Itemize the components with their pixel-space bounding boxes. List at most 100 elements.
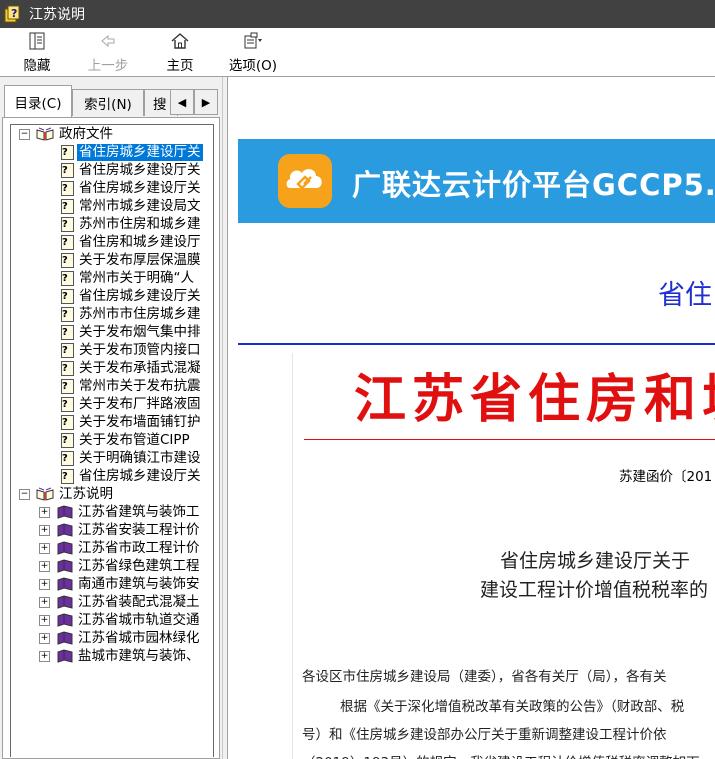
tree-item-label: 关于发布厂拌路液固 — [79, 395, 201, 412]
expand-toggle-icon[interactable]: + — [39, 543, 50, 554]
tree-item-label: 南通市建筑与装饰安 — [78, 575, 200, 592]
options-button[interactable]: 选项(O) — [224, 30, 282, 74]
collapse-toggle-icon[interactable]: − — [19, 489, 30, 500]
home-button[interactable]: 主页 — [162, 30, 198, 74]
glodon-logo — [278, 154, 332, 208]
content-pane: 广联达云计价平台GCCP5.0 省住 江苏省住房和城乡 苏建函价〔201 省住房… — [228, 77, 715, 759]
tree-item-book[interactable]: + 江苏省建筑与装饰工 — [39, 503, 202, 521]
tree-item-book[interactable]: + 江苏省城市园林绿化 — [39, 629, 202, 647]
expand-toggle-icon[interactable]: + — [39, 525, 50, 536]
arrow-left-icon — [101, 34, 115, 48]
tree-item-book[interactable]: + 南通市建筑与装饰安 — [39, 575, 202, 593]
tree-item-label: 江苏省市政工程计价 — [78, 539, 200, 556]
tree-item-topic[interactable]: ? 关于发布管道CIPP — [61, 431, 192, 449]
tab-index[interactable]: 索引(N) — [72, 89, 144, 116]
navigation-pane: 目录(C) 索引(N) 搜 ◀ ▶ − 政府文件? 省住房城乡建设厅关? 省住房城乡建… — [0, 77, 222, 759]
tree-item-label: 省住房和城乡建设厅 — [79, 233, 201, 250]
document-subtitle-line-1: 省住房城乡建设厅关于 — [500, 550, 691, 572]
help-topic-icon: ? — [61, 432, 74, 448]
body-paragraph-line-3: 号）和《住房城乡建设部办公厅关于重新调整建设工程计价依 — [302, 727, 667, 743]
expand-toggle-icon[interactable]: + — [39, 597, 50, 608]
tree-item-label: 关于明确镇江市建设 — [79, 449, 201, 466]
expand-toggle-icon[interactable]: + — [39, 633, 50, 644]
tree-item-topic[interactable]: ? 省住房城乡建设厅关 — [61, 143, 203, 161]
tree-item-topic[interactable]: ? 省住房城乡建设厅关 — [61, 287, 203, 305]
title-bar: ? 江苏说明 — [0, 0, 715, 28]
home-icon — [171, 33, 189, 49]
tree-item-topic[interactable]: ? 关于发布顶管内接口 — [61, 341, 203, 359]
triangle-left-icon: ◀ — [177, 95, 187, 109]
banner-title: 广联达云计价平台GCCP5.0 — [352, 168, 715, 202]
tree-item-topic[interactable]: ? 关于发布烟气集中排 — [61, 323, 203, 341]
tree-item-topic[interactable]: ? 关于发布承插式混凝 — [61, 359, 203, 377]
expand-toggle-icon[interactable]: + — [39, 579, 50, 590]
heading-divider — [238, 343, 715, 345]
tree-item-topic[interactable]: ? 苏州市住房和城乡建 — [61, 215, 203, 233]
tree-folder-jiangsu-notes[interactable]: − 江苏说明 — [19, 485, 115, 503]
tree-item-topic[interactable]: ? 关于明确镇江市建设 — [61, 449, 203, 467]
tree-item-label: 苏州市住房和城乡建 — [79, 215, 201, 232]
expand-toggle-icon[interactable]: + — [39, 561, 50, 572]
tree-item-topic[interactable]: ? 省住房城乡建设厅关 — [61, 161, 203, 179]
expand-toggle-icon[interactable]: + — [39, 651, 50, 662]
book-icon — [57, 577, 73, 591]
tree-item-label: 关于发布管道CIPP — [79, 431, 190, 448]
book-icon — [57, 523, 73, 537]
tree-item-topic[interactable]: ? 常州市关于发布抗震 — [61, 377, 203, 395]
tree-item-label: 关于发布厚层保温膜 — [79, 251, 201, 268]
help-topic-icon: ? — [61, 162, 74, 178]
book-icon — [57, 541, 73, 555]
tree-item-topic[interactable]: ? 关于发布厚层保温膜 — [61, 251, 203, 269]
tree-item-topic[interactable]: ? 省住房城乡建设厅关 — [61, 467, 203, 485]
back-button[interactable]: 上一步 — [84, 30, 132, 74]
tree-item-topic[interactable]: ? 苏州市市住房城乡建 — [61, 305, 203, 323]
tree-item-book[interactable]: + 江苏省装配式混凝土 — [39, 593, 202, 611]
tab-contents[interactable]: 目录(C) — [4, 85, 72, 117]
options-label: 选项(O) — [228, 58, 278, 74]
tree-item-label: 常州市关于明确“人 — [79, 269, 194, 286]
toolbar: 隐藏 上一步 主页 选项(O) — [0, 28, 715, 77]
tree-item-topic[interactable]: ? 省住房城乡建设厅关 — [61, 179, 203, 197]
collapse-toggle-icon[interactable]: − — [19, 129, 30, 140]
tree-item-topic[interactable]: ? 关于发布厂拌路液固 — [61, 395, 203, 413]
tree-item-label: 盐城市建筑与装饰、 — [78, 647, 200, 664]
tab-index-label: 索引(N) — [84, 97, 132, 113]
document-heading: 省住 — [658, 280, 712, 311]
tree-item-label: 江苏省绿色建筑工程 — [78, 557, 200, 574]
tree-item-label: 省住房城乡建设厅关 — [79, 161, 201, 178]
tree-item-book[interactable]: + 江苏省绿色建筑工程 — [39, 557, 202, 575]
tab-search-label: 搜 — [153, 97, 167, 113]
tree-item-topic[interactable]: ? 省住房和城乡建设厅 — [61, 233, 203, 251]
tree-item-book[interactable]: + 江苏省市政工程计价 — [39, 539, 202, 557]
hide-label: 隐藏 — [23, 58, 51, 74]
tree-item-topic[interactable]: ? 常州市城乡建设局文 — [61, 197, 203, 215]
help-topic-icon: ? — [61, 324, 74, 340]
help-topic-icon: ? — [61, 198, 74, 214]
nav-tabs: 目录(C) 索引(N) 搜 ◀ ▶ — [0, 85, 222, 117]
tree-item-topic[interactable]: ? 关于发布墙面铺钉护 — [61, 413, 203, 431]
tree-item-book[interactable]: + 江苏省城市轨道交通 — [39, 611, 202, 629]
help-question-icon: ? — [3, 4, 23, 24]
tree-folder-government-files[interactable]: − 政府文件 — [19, 125, 115, 143]
hide-button[interactable]: 隐藏 — [18, 30, 56, 74]
home-label: 主页 — [166, 58, 194, 74]
tree-item-book[interactable]: + 江苏省安装工程计价 — [39, 521, 202, 539]
contents-tree[interactable]: − 政府文件? 省住房城乡建设厅关? 省住房城乡建设厅关? 省住房城乡建设厅关 ? 常州市城… — [10, 124, 214, 757]
tree-item-label: 常州市关于发布抗震 — [79, 377, 201, 394]
help-topic-icon: ? — [61, 288, 74, 304]
tree-item-topic[interactable]: ? 常州市关于明确“人 — [61, 269, 196, 287]
tree-item-label: 江苏省建筑与装饰工 — [78, 503, 200, 520]
help-topic-icon: ? — [61, 144, 74, 160]
tab-scroll-left-button[interactable]: ◀ — [170, 89, 194, 115]
tree-item-label: 苏州市市住房城乡建 — [79, 305, 201, 322]
tab-scroll-right-button[interactable]: ▶ — [194, 89, 218, 115]
tree-item-label: 省住房城乡建设厅关 — [79, 287, 201, 304]
tree-item-book[interactable]: + 盐城市建筑与装饰、 — [39, 647, 202, 665]
tree-item-label: 江苏省城市园林绿化 — [78, 629, 200, 646]
expand-toggle-icon[interactable]: + — [39, 615, 50, 626]
tree-item-label: 省住房城乡建设厅关 — [79, 467, 201, 484]
back-label: 上一步 — [87, 58, 129, 74]
help-topic-icon: ? — [61, 378, 74, 394]
help-topic-icon: ? — [61, 216, 74, 232]
expand-toggle-icon[interactable]: + — [39, 507, 50, 518]
